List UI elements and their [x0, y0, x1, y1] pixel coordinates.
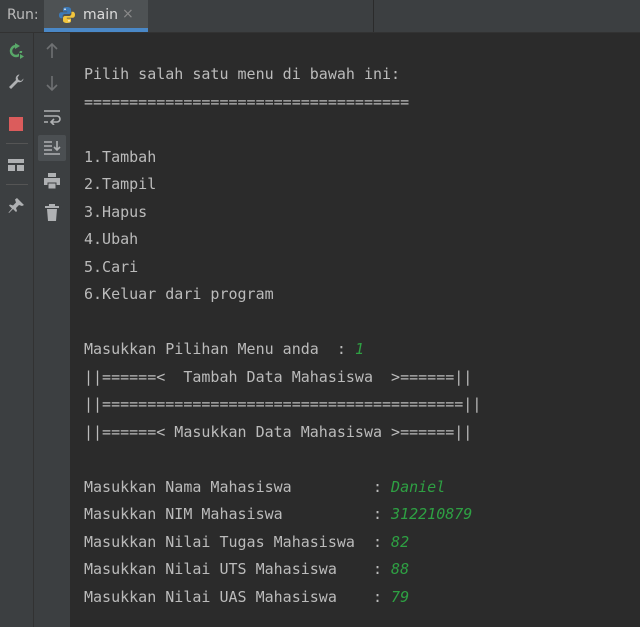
tab-active-indicator [44, 28, 148, 32]
print-icon[interactable] [40, 169, 64, 193]
console-line-text: 4.Ubah [84, 230, 139, 248]
console-line-text: Pilih salah satu menu di bawah ini: [84, 65, 401, 83]
console-user-input: 79 [391, 587, 410, 606]
run-toolbar-secondary [34, 33, 71, 627]
console-line-text: Masukkan Pilihan Menu anda : [84, 340, 355, 358]
tab-label: main [83, 7, 118, 23]
console-line-text: ||======< Tambah Data Mahasiswa >======|… [84, 367, 473, 386]
header-divider [373, 0, 374, 32]
console-line-text: 5.Cari [84, 257, 139, 276]
console-line: 3.Hapus [84, 202, 147, 222]
console-line-text: Masukkan Nilai Tugas Mahasiswa : [84, 532, 392, 551]
console-line-text: Masukkan Nama Mahasiswa : [84, 477, 392, 496]
python-icon [58, 6, 76, 24]
console-line-text: 1.Tambah [84, 147, 157, 166]
console-line-text: ==================================== [84, 92, 410, 111]
console-user-input: 88 [391, 560, 410, 578]
console-line-text: ||======================================… [84, 395, 482, 413]
pin-icon[interactable] [4, 194, 28, 218]
console-line: 4.Ubah [84, 229, 138, 249]
console-line: Masukkan Nilai Tugas Mahasiswa : 82 [84, 532, 409, 552]
console-line: Masukkan Pilihan Menu anda : 1 [84, 339, 364, 359]
console-line: ||======< Masukkan Data Mahasiswa >=====… [84, 422, 472, 442]
up-arrow-icon[interactable] [40, 39, 64, 63]
console-line: Masukkan NIM Mahasiswa : 312210879 [84, 504, 472, 524]
console-line: 1.Tambah [84, 147, 156, 167]
scroll-to-end-icon[interactable] [38, 135, 66, 161]
console-line: Masukkan Nilai UAS Mahasiswa : 79 [84, 587, 409, 607]
console-line-text: 3.Hapus [84, 202, 148, 221]
run-label: Run: [7, 7, 39, 23]
console-line-text: Masukkan Nilai UTS Mahasiswa : [84, 560, 392, 578]
console-line: ==================================== [84, 92, 409, 112]
run-toolbar-primary [0, 33, 34, 627]
console-user-input: 312210879 [391, 505, 473, 523]
rerun-icon[interactable] [4, 39, 28, 63]
console-line: Masukkan Nilai UTS Mahasiswa : 88 [84, 559, 409, 579]
trash-icon[interactable] [40, 201, 64, 225]
console-line: ||======< Tambah Data Mahasiswa >======|… [84, 367, 472, 387]
close-icon[interactable]: × [122, 6, 134, 22]
console-line-text: 2.Tampil [84, 175, 157, 193]
console-line-text: Masukkan NIM Mahasiswa : [84, 505, 392, 523]
console-line-text: 6.Keluar dari program [84, 285, 274, 303]
console-line-text: ||======< Masukkan Data Mahasiswa >=====… [84, 422, 473, 441]
console-user-input: 1 [354, 340, 364, 358]
console-line: 5.Cari [84, 257, 138, 277]
down-arrow-icon[interactable] [40, 71, 64, 95]
wrench-icon[interactable] [4, 70, 28, 94]
run-panel-header: Run: main × [0, 0, 640, 33]
console-line: 6.Keluar dari program [84, 284, 274, 304]
soft-wrap-icon[interactable] [40, 105, 64, 129]
layout-icon[interactable] [4, 153, 28, 177]
console-line-text: Masukkan Nilai UAS Mahasiswa : [84, 587, 392, 606]
console-line: 2.Tampil [84, 174, 156, 194]
console-line: Masukkan Nama Mahasiswa : Daniel [84, 477, 445, 497]
console-user-input: 82 [391, 532, 410, 551]
console-user-input: Daniel [391, 477, 446, 496]
stop-icon[interactable] [4, 112, 28, 136]
console-line: ||======================================… [84, 394, 481, 414]
console-line: Pilih salah satu menu di bawah ini: [84, 64, 400, 84]
console-output[interactable]: Pilih salah satu menu di bawah ini: =====… [71, 33, 640, 627]
